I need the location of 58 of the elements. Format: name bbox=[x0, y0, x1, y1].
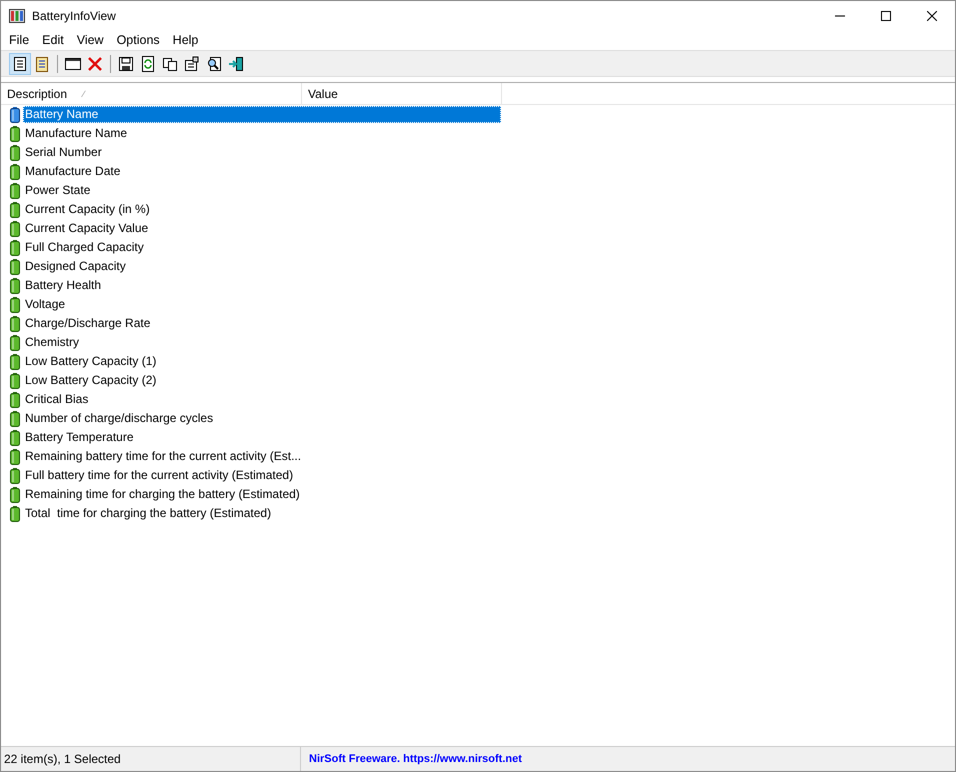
table-row[interactable]: Full battery time for the current activity (Estimated) bbox=[23, 467, 501, 484]
battery-icon bbox=[10, 258, 20, 274]
table-row[interactable]: Voltage bbox=[23, 296, 501, 313]
table-row[interactable]: Critical Bias bbox=[23, 391, 501, 408]
battery-icon bbox=[10, 468, 20, 484]
table-row[interactable]: Remaining time for charging the battery (Estimated) bbox=[23, 486, 501, 503]
battery-icon bbox=[10, 430, 20, 446]
table-row[interactable]: Charge/Discharge Rate bbox=[23, 315, 501, 332]
menu-item[interactable]: View bbox=[76, 32, 104, 46]
table-row[interactable]: Number of charge/discharge cycles bbox=[23, 410, 501, 427]
battery-icon bbox=[10, 126, 20, 142]
table-row[interactable]: Manufacture Date bbox=[23, 163, 501, 180]
table-row[interactable]: Battery Name bbox=[23, 106, 501, 123]
table-row[interactable]: Remaining battery time for the current activity (Est... bbox=[23, 448, 501, 465]
battery-icon bbox=[10, 296, 20, 312]
battery-icon bbox=[10, 334, 20, 350]
menu-item[interactable]: Options bbox=[116, 32, 160, 46]
battery-icon bbox=[10, 202, 20, 218]
table-row[interactable]: Current Capacity Value bbox=[23, 220, 501, 237]
column-header[interactable]: Value bbox=[302, 83, 502, 104]
table-row[interactable]: Full Charged Capacity bbox=[23, 239, 501, 256]
battery-icon bbox=[10, 410, 20, 426]
table-row[interactable]: Total time for charging the battery (Estimated) bbox=[23, 505, 501, 522]
table-row[interactable]: Designed Capacity bbox=[23, 258, 501, 275]
battery-icon bbox=[10, 240, 20, 256]
table-row[interactable]: Power State bbox=[23, 182, 501, 199]
battery-icon bbox=[10, 372, 20, 388]
battery-icon bbox=[10, 164, 20, 180]
battery-icon bbox=[10, 486, 20, 502]
table-row[interactable]: Current Capacity (in %) bbox=[23, 201, 501, 218]
battery-icon bbox=[10, 106, 20, 122]
column-header[interactable]: Description ⁄ bbox=[1, 83, 302, 104]
table-row[interactable]: Serial Number bbox=[23, 144, 501, 161]
battery-icon bbox=[10, 448, 20, 464]
maximize-icon[interactable] bbox=[881, 10, 891, 20]
report-tool-icon[interactable] bbox=[9, 52, 31, 74]
table-row[interactable]: Low Battery Capacity (1) bbox=[23, 353, 501, 370]
table-row[interactable]: Battery Health bbox=[23, 277, 501, 294]
battery-icon bbox=[10, 278, 20, 294]
battery-icon bbox=[10, 392, 20, 408]
window-title: BatteryInfoView bbox=[32, 8, 116, 22]
menu-item[interactable]: Edit bbox=[42, 32, 64, 46]
battery-icon bbox=[10, 144, 20, 160]
table-row[interactable]: Chemistry bbox=[23, 334, 501, 351]
battery-icon bbox=[10, 316, 20, 332]
battery-icon bbox=[10, 220, 20, 236]
close-icon[interactable] bbox=[927, 10, 937, 20]
app-icon bbox=[9, 8, 25, 22]
table-row[interactable]: Low Battery Capacity (2) bbox=[23, 372, 501, 389]
battery-icon bbox=[10, 506, 20, 522]
battery-icon bbox=[10, 182, 20, 198]
table-row[interactable]: Manufacture Name bbox=[23, 125, 501, 142]
website-link[interactable]: NirSoft Freeware. https://www.nirsoft.net bbox=[301, 753, 522, 765]
table-row[interactable]: Battery Temperature bbox=[23, 429, 501, 446]
status-text: 22 item(s), 1 Selected bbox=[1, 747, 301, 771]
menu-item[interactable]: File bbox=[9, 32, 30, 46]
battery-icon bbox=[10, 354, 20, 370]
menu-item[interactable]: Help bbox=[172, 32, 198, 46]
